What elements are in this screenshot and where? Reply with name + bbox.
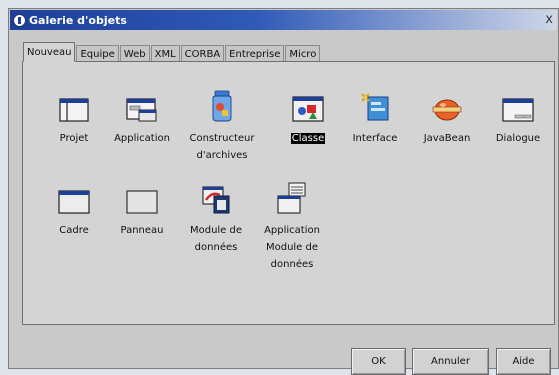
gallery-item-javabean[interactable]: JavaBean [410, 98, 484, 147]
tab-web[interactable]: Web [119, 45, 150, 62]
tab-xml[interactable]: XML [150, 45, 180, 62]
item-label-line1: Application [264, 225, 320, 236]
item-label: Dialogue [495, 133, 541, 144]
gallery-item-module-donnees[interactable]: Module de données [179, 186, 253, 256]
project-window-icon [59, 98, 89, 122]
dialog-window-icon [502, 98, 534, 122]
title-bar[interactable]: Galerie d'objets x [10, 10, 557, 30]
gallery-item-cadre[interactable]: Cadre [37, 190, 111, 239]
item-label: Application [114, 133, 170, 144]
tab-nouveau[interactable]: Nouveau [23, 42, 76, 62]
gallery-item-constructeur-archives[interactable]: Constructeur d'archives [185, 90, 259, 164]
tab-corba[interactable]: CORBA [180, 45, 225, 62]
tab-strip: Nouveau Equipe Web XML CORBA Entreprise … [23, 42, 321, 62]
panel-icon [126, 190, 158, 214]
gallery-item-application-module-donnees[interactable]: Application Module de données [255, 182, 329, 273]
close-icon[interactable]: x [545, 12, 553, 27]
button-bar: OK Annuler Aide [10, 333, 557, 375]
gallery-item-interface[interactable]: Interface [338, 93, 412, 147]
window-title: Galerie d'objets [29, 13, 127, 27]
frame-window-icon [58, 190, 90, 214]
tab-entreprise[interactable]: Entreprise [225, 45, 285, 62]
gallery-panel: Projet Application Constructeur d'archiv… [22, 61, 555, 325]
item-label-line1: Module de [189, 225, 243, 236]
item-label-line2: d'archives [196, 150, 248, 161]
interface-icon [361, 93, 389, 121]
object-gallery-dialog: Galerie d'objets x Nouveau Equipe Web XM… [8, 8, 559, 375]
info-icon [13, 13, 26, 27]
item-label: Projet [59, 133, 89, 144]
item-label-line2: données [194, 242, 238, 253]
item-label: Panneau [120, 225, 164, 236]
data-module-icon [202, 186, 230, 214]
item-label-line2: Module de [265, 242, 319, 253]
item-label: Interface [352, 133, 398, 144]
gallery-item-classe[interactable]: Classe [271, 96, 345, 147]
gallery-item-application[interactable]: Application [105, 98, 179, 147]
gallery-item-projet[interactable]: Projet [37, 98, 111, 147]
item-label: JavaBean [423, 133, 471, 144]
help-button[interactable]: Aide [496, 348, 551, 375]
archive-jar-icon [212, 90, 232, 122]
item-label-line3: données [270, 259, 314, 270]
application-window-icon [126, 98, 157, 122]
gallery-item-panneau[interactable]: Panneau [105, 190, 179, 239]
javabean-icon [432, 99, 462, 121]
data-module-application-icon [277, 182, 306, 214]
gallery-item-dialogue[interactable]: Dialogue [481, 98, 555, 147]
item-label: Classe [290, 133, 326, 144]
tab-micro[interactable]: Micro [285, 45, 321, 62]
item-label: Cadre [59, 225, 89, 236]
tab-equipe[interactable]: Equipe [76, 45, 119, 62]
item-label-line1: Constructeur [189, 133, 255, 144]
ok-button[interactable]: OK [351, 348, 406, 375]
cancel-button[interactable]: Annuler [412, 348, 489, 375]
class-shapes-icon [292, 96, 324, 122]
